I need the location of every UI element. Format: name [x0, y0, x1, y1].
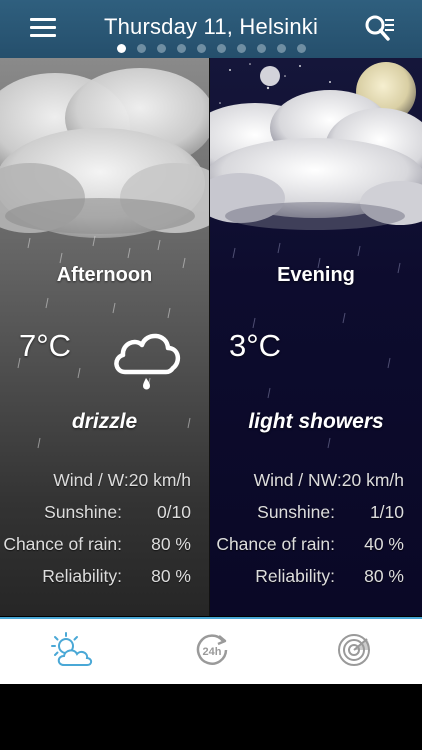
page-indicator[interactable] [0, 44, 422, 53]
wind-value: Wind / NW:20 km/h [253, 470, 404, 490]
rain-chance-value: 80 % [151, 534, 191, 554]
tab-weather[interactable] [48, 629, 96, 675]
page-dot[interactable] [136, 44, 146, 53]
page-dot[interactable] [296, 44, 306, 53]
page-title: Thursday 11, Helsinki [103, 14, 319, 39]
drizzle-cloud-icon [111, 324, 181, 397]
rain-chance-value: 40 % [364, 534, 404, 554]
page-dot[interactable] [176, 44, 186, 53]
stats-list: Wind / W:20 km/h Sunshine: 0/10 Chance of… [0, 466, 209, 594]
rain-chance-label: Chance of rain: [3, 534, 122, 554]
period-label: Afternoon [56, 264, 153, 286]
reliability-value: 80 % [364, 566, 404, 586]
period-label: Evening [277, 264, 355, 286]
forecast-panel-evening[interactable]: Evening 3°C light showers Wind / NW:20 k… [210, 58, 422, 616]
reliability-label: Reliability: [255, 566, 335, 586]
sunshine-value: 1/10 [369, 502, 404, 522]
page-dot[interactable] [156, 44, 166, 53]
forecast-panel-afternoon[interactable]: Afternoon 7°C drizzle Wind / W:20 km/h S… [0, 58, 209, 616]
page-dot[interactable] [256, 44, 266, 53]
condition-label: light showers [248, 410, 384, 433]
bottom-black-area [0, 684, 422, 750]
radar-icon [336, 632, 372, 673]
search-list-icon[interactable] [364, 14, 396, 44]
stats-list: Wind / NW:20 km/h Sunshine: 1/10 Chance o… [210, 466, 422, 594]
sunshine-value: 0/10 [156, 502, 191, 522]
temperature: 3°C [229, 328, 282, 363]
condition-label: drizzle [71, 410, 138, 433]
sunshine-label: Sunshine: [44, 502, 122, 522]
top-bar: Thursday 11, Helsinki [0, 0, 422, 58]
page-dot[interactable] [276, 44, 286, 53]
wind-value: Wind / W:20 km/h [53, 470, 191, 490]
rain-chance-label: Chance of rain: [216, 534, 335, 554]
page-dot[interactable] [196, 44, 206, 53]
bottom-tab-bar: 24h [0, 617, 422, 685]
page-dot[interactable] [116, 44, 126, 53]
tab-radar[interactable] [330, 629, 378, 675]
reliability-label: Reliability: [42, 566, 122, 586]
svg-text:24h: 24h [203, 646, 222, 658]
temperature: 7°C [19, 328, 72, 363]
sunshine-label: Sunshine: [257, 502, 335, 522]
page-dot[interactable] [216, 44, 226, 53]
reliability-value: 80 % [151, 566, 191, 586]
sun-cloud-icon [50, 631, 94, 673]
page-dot[interactable] [236, 44, 246, 53]
24h-forecast-icon: 24h [194, 632, 230, 673]
tab-24h[interactable]: 24h [188, 629, 236, 675]
